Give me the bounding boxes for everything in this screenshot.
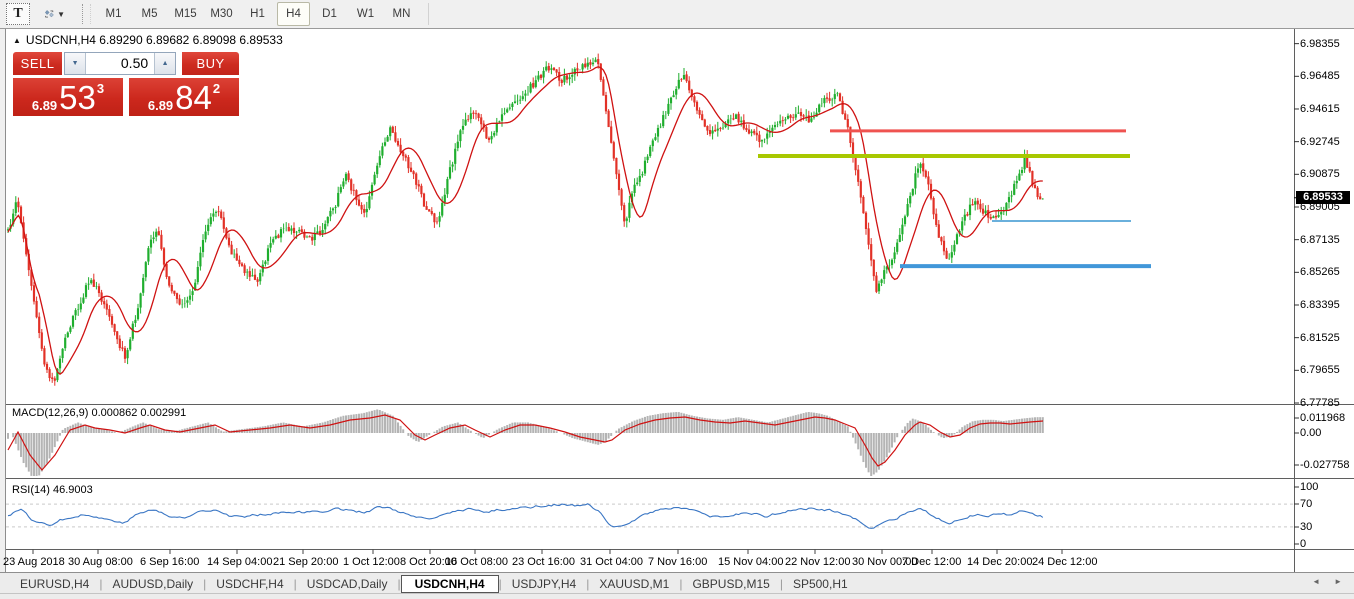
- volume-value[interactable]: 0.50: [86, 53, 155, 74]
- chart-tab-gbpusd[interactable]: GBPUSD,M15: [682, 576, 779, 592]
- status-bar: [0, 593, 1354, 599]
- sell-button-label: SELL: [20, 56, 55, 71]
- price-axis-label: 6.96485: [1300, 70, 1340, 83]
- price-axis-label: 6.98355: [1300, 37, 1340, 50]
- time-axis-label: 24 Dec 12:00: [1032, 556, 1098, 568]
- rsi-axis-label: 100: [1300, 481, 1319, 493]
- time-axis-label: 14 Sep 04:00: [207, 556, 273, 568]
- one-click-trading-panel: SELL ▼ 0.50 ▲ BUY 6.89 53 3 6.89 84 2: [13, 52, 239, 116]
- buy-button-label: BUY: [196, 56, 225, 71]
- volume-stepper: ▼ 0.50 ▲: [64, 52, 177, 75]
- sell-price-sup: 3: [96, 81, 105, 96]
- time-axis-label: 30 Aug 08:00: [68, 556, 133, 568]
- price-axis-label: 6.83395: [1300, 298, 1340, 311]
- macd-axis-label: 0.011968: [1300, 412, 1346, 424]
- chart-tab-audusd[interactable]: AUDUSD,Daily: [102, 576, 203, 592]
- price-axis-label: 6.87135: [1300, 233, 1340, 246]
- sell-button[interactable]: SELL: [13, 52, 63, 75]
- rsi-axis-label: 0: [1300, 538, 1307, 550]
- collapse-panel-icon[interactable]: ▲: [13, 36, 21, 45]
- volume-increase-button[interactable]: ▲: [154, 53, 176, 74]
- time-axis-label: 21 Sep 20:00: [273, 556, 339, 568]
- current-price-tag: 6.89533: [1296, 191, 1350, 205]
- chart-title-text: USDCNH,H4 6.89290 6.89682 6.89098 6.8953…: [25, 33, 283, 47]
- macd-indicator-label: MACD(12,26,9) 0.000862 0.002991: [12, 407, 187, 419]
- rsi-axis-label: 70: [1300, 498, 1313, 510]
- chart-tab-usdcnh[interactable]: USDCNH,H4: [400, 574, 499, 593]
- rsi-axis-label: 30: [1300, 521, 1313, 533]
- time-axis-label: 7 Dec 12:00: [902, 556, 962, 568]
- price-axis-label: 6.90875: [1300, 168, 1340, 181]
- price-axis-label: 6.85265: [1300, 266, 1340, 279]
- time-axis-label: 14 Dec 20:00: [967, 556, 1033, 568]
- tab-scroll-left-icon[interactable]: ◄: [1312, 577, 1320, 586]
- chart-tab-bar: EURUSD,H4 | AUDUSD,Daily | USDCHF,H4 | USDCAD,…: [0, 572, 1354, 594]
- tab-scroll-buttons: ◄ ►: [1312, 577, 1342, 586]
- buy-button[interactable]: BUY: [182, 52, 239, 75]
- chart-tab-xauusd[interactable]: XAUUSD,M1: [589, 576, 679, 592]
- time-axis-label: 15 Nov 04:00: [718, 556, 784, 568]
- chart-tab-eurusd[interactable]: EURUSD,H4: [10, 576, 99, 592]
- time-axis-label: 23 Oct 16:00: [512, 556, 575, 568]
- price-axis-label: 6.94615: [1300, 102, 1340, 115]
- time-axis-label: 6 Sep 16:00: [140, 556, 200, 568]
- price-axis-label: 6.79655: [1300, 364, 1340, 377]
- chart-tab-sp500[interactable]: SP500,H1: [783, 576, 858, 592]
- time-axis-label: 16 Oct 08:00: [445, 556, 508, 568]
- buy-price-prefix: 6.89: [147, 98, 174, 113]
- macd-axis-label: -0.027758: [1300, 459, 1350, 471]
- sell-price-prefix: 6.89: [31, 98, 58, 113]
- price-axis-label: 6.81525: [1300, 331, 1340, 344]
- time-axis-label: 31 Oct 04:00: [580, 556, 643, 568]
- time-axis-label: 22 Nov 12:00: [785, 556, 851, 568]
- mt4-window: T ▼ M1 M5 M15 M30 H1 H4 D1 W1 MN ▲ USDCNH,H4 6.8…: [0, 0, 1354, 599]
- time-axis-label: 7 Nov 16:00: [648, 556, 708, 568]
- sell-price-box[interactable]: 6.89 53 3: [13, 78, 123, 116]
- price-axis-label: 6.92745: [1300, 135, 1340, 148]
- price-axis-label: 6.77785: [1300, 397, 1340, 409]
- chart-tab-usdcad[interactable]: USDCAD,Daily: [297, 576, 398, 592]
- macd-axis-label: 0.00: [1300, 427, 1322, 439]
- time-axis-label: 23 Aug 2018: [3, 556, 65, 568]
- rsi-indicator-label: RSI(14) 46.9003: [12, 484, 93, 496]
- chart-tab-usdchf[interactable]: USDCHF,H4: [206, 576, 293, 592]
- buy-price-box[interactable]: 6.89 84 2: [129, 78, 239, 116]
- chart-tab-usdjpy[interactable]: USDJPY,H4: [502, 576, 586, 592]
- volume-decrease-button[interactable]: ▼: [65, 53, 87, 74]
- chart-title: ▲ USDCNH,H4 6.89290 6.89682 6.89098 6.89…: [13, 33, 283, 47]
- time-axis-label: 1 Oct 12:00: [343, 556, 400, 568]
- sell-price-big: 53: [59, 79, 96, 116]
- buy-price-big: 84: [175, 79, 212, 116]
- tab-scroll-right-icon[interactable]: ►: [1334, 577, 1342, 586]
- buy-price-sup: 2: [212, 81, 221, 96]
